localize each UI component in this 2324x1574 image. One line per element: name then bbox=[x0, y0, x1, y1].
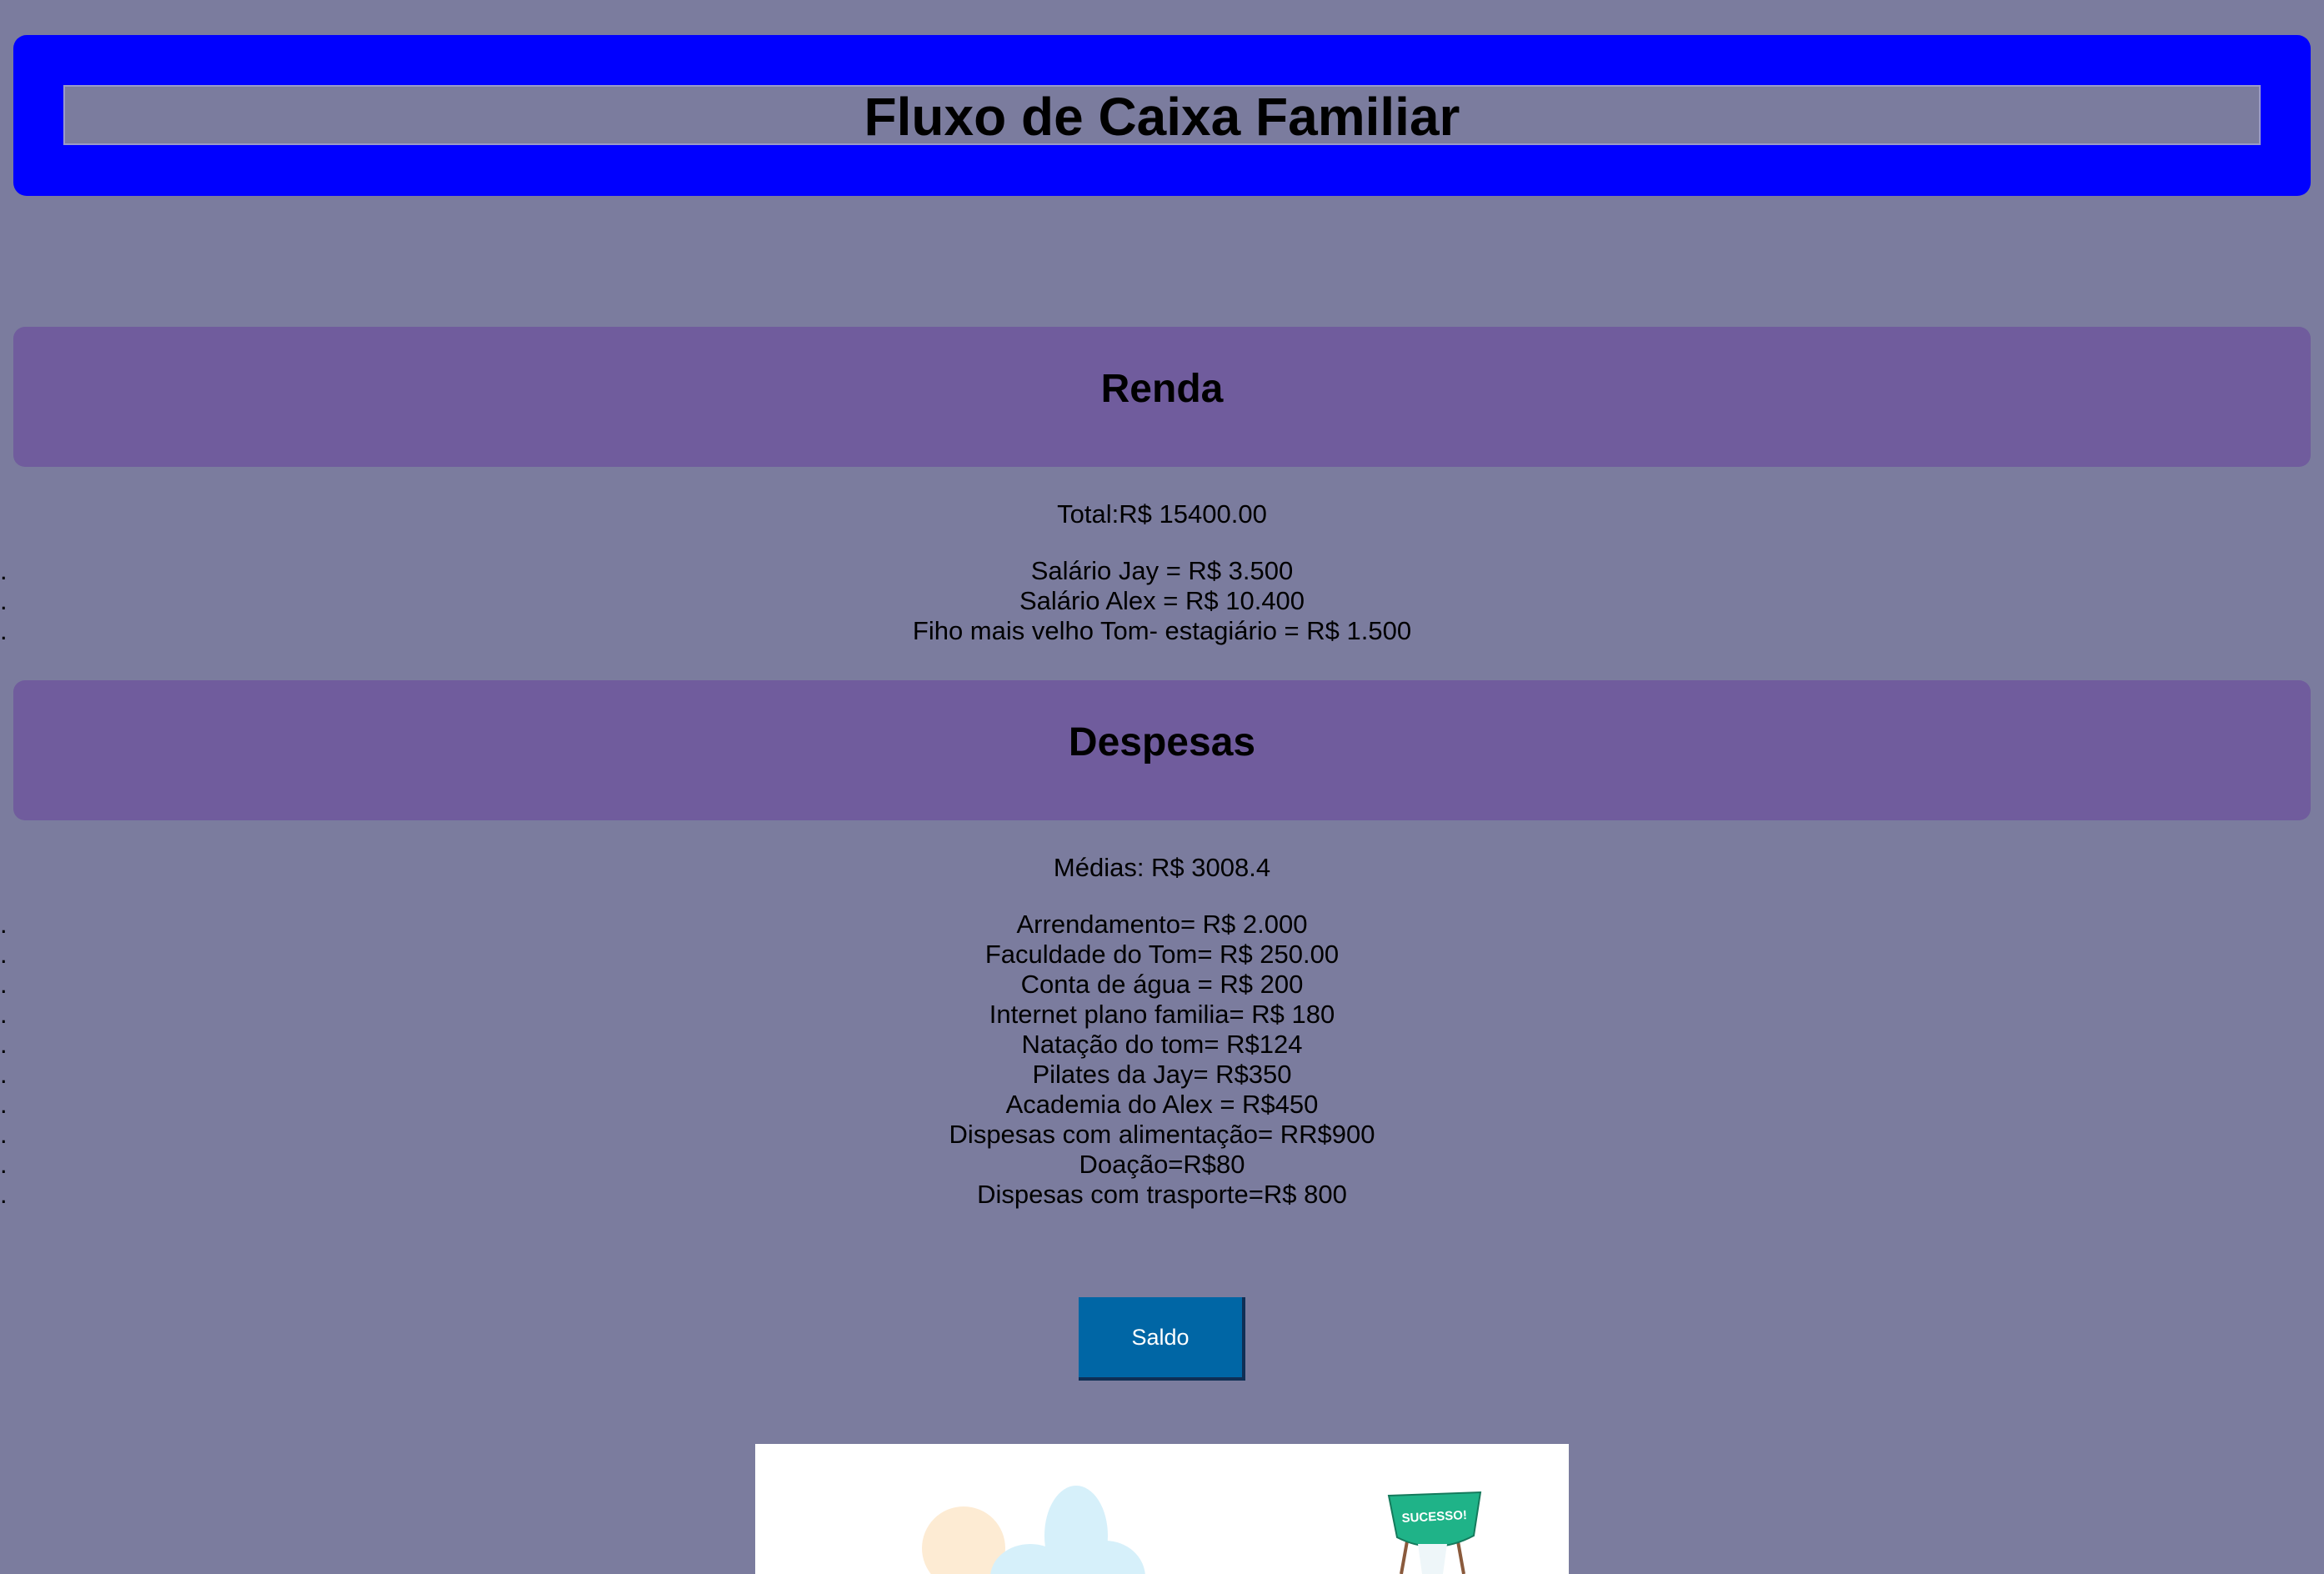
cloud-shape bbox=[990, 1486, 1145, 1574]
despesa-item-label: Conta de água = R$ 200 bbox=[1020, 970, 1304, 999]
list-marker: . bbox=[0, 556, 8, 585]
despesa-item-label: Arrendamento= R$ 2.000 bbox=[1016, 910, 1308, 939]
list-item: . Fiho mais velho Tom- estagiário = R$ 1.… bbox=[0, 616, 2324, 646]
list-item: . Conta de água = R$ 200 bbox=[0, 970, 2324, 1000]
list-item: . Salário Jay = R$ 3.500 bbox=[0, 556, 2324, 586]
list-item: . Doação=R$80 bbox=[0, 1150, 2324, 1180]
despesas-section-header: Despesas bbox=[13, 680, 2311, 820]
list-marker: . bbox=[0, 1030, 8, 1059]
illustration-graphic: SUCESSO! bbox=[922, 1486, 1482, 1574]
list-item: . Salário Alex = R$ 10.400 bbox=[0, 586, 2324, 616]
success-illustration: SUCESSO! bbox=[755, 1444, 1569, 1574]
list-marker: . bbox=[0, 586, 8, 615]
list-item: . Academia do Alex = R$450 bbox=[0, 1090, 2324, 1120]
despesa-item-label: Natação do tom= R$124 bbox=[1021, 1030, 1303, 1059]
renda-list: . Salário Jay = R$ 3.500 . Salário Alex = … bbox=[0, 556, 2324, 646]
list-marker: . bbox=[0, 970, 8, 999]
list-marker: . bbox=[0, 1150, 8, 1179]
despesa-item-label: Internet plano familia= R$ 180 bbox=[989, 1000, 1335, 1029]
list-item: . Faculdade do Tom= R$ 250.00 bbox=[0, 940, 2324, 970]
list-marker: . bbox=[0, 940, 8, 969]
renda-heading: Renda bbox=[1100, 367, 1224, 411]
list-marker: . bbox=[0, 1060, 8, 1089]
renda-item-label: Fiho mais velho Tom- estagiário = R$ 1.5… bbox=[912, 616, 1412, 645]
page-title: Fluxo de Caixa Familiar bbox=[864, 87, 1460, 147]
list-marker: . bbox=[0, 1180, 8, 1209]
list-item: . Internet plano familia= R$ 180 bbox=[0, 1000, 2324, 1030]
list-marker: . bbox=[0, 616, 8, 645]
list-item: . Dispesas com trasporte=R$ 800 bbox=[0, 1180, 2324, 1210]
renda-item-label: Salário Alex = R$ 10.400 bbox=[1019, 586, 1305, 615]
success-banner-icon: SUCESSO! bbox=[1387, 1491, 1482, 1574]
list-marker: . bbox=[0, 1000, 8, 1029]
sun-shape bbox=[922, 1506, 1005, 1574]
despesa-item-label: Doação=R$80 bbox=[1079, 1150, 1245, 1179]
despesa-item-label: Pilates da Jay= R$350 bbox=[1032, 1060, 1292, 1089]
page-header: Fluxo de Caixa Familiar bbox=[13, 35, 2311, 196]
despesas-list: . Arrendamento= R$ 2.000 . Faculdade do To… bbox=[0, 910, 2324, 1210]
list-marker: . bbox=[0, 1090, 8, 1119]
despesas-media: Médias: R$ 3008.4 bbox=[1053, 853, 1271, 882]
renda-section-header: Renda bbox=[13, 327, 2311, 467]
list-item: . Dispesas com alimentação= RR$900 bbox=[0, 1120, 2324, 1150]
despesa-item-label: Faculdade do Tom= R$ 250.00 bbox=[984, 940, 1340, 969]
renda-item-label: Salário Jay = R$ 3.500 bbox=[1030, 556, 1294, 585]
despesa-item-label: Dispesas com alimentação= RR$900 bbox=[949, 1120, 1375, 1149]
despesa-item-label: Academia do Alex = R$450 bbox=[1005, 1090, 1319, 1119]
list-item: . Natação do tom= R$124 bbox=[0, 1030, 2324, 1060]
list-item: . Pilates da Jay= R$350 bbox=[0, 1060, 2324, 1090]
despesas-heading: Despesas bbox=[1068, 720, 1256, 764]
header-title-box: Fluxo de Caixa Familiar bbox=[63, 85, 2261, 147]
renda-total: Total:R$ 15400.00 bbox=[1057, 499, 1267, 529]
list-item: . Arrendamento= R$ 2.000 bbox=[0, 910, 2324, 940]
despesa-item-label: Dispesas com trasporte=R$ 800 bbox=[977, 1180, 1347, 1209]
list-marker: . bbox=[0, 910, 8, 939]
list-marker: . bbox=[0, 1120, 8, 1149]
saldo-button[interactable]: Saldo bbox=[1079, 1297, 1245, 1381]
